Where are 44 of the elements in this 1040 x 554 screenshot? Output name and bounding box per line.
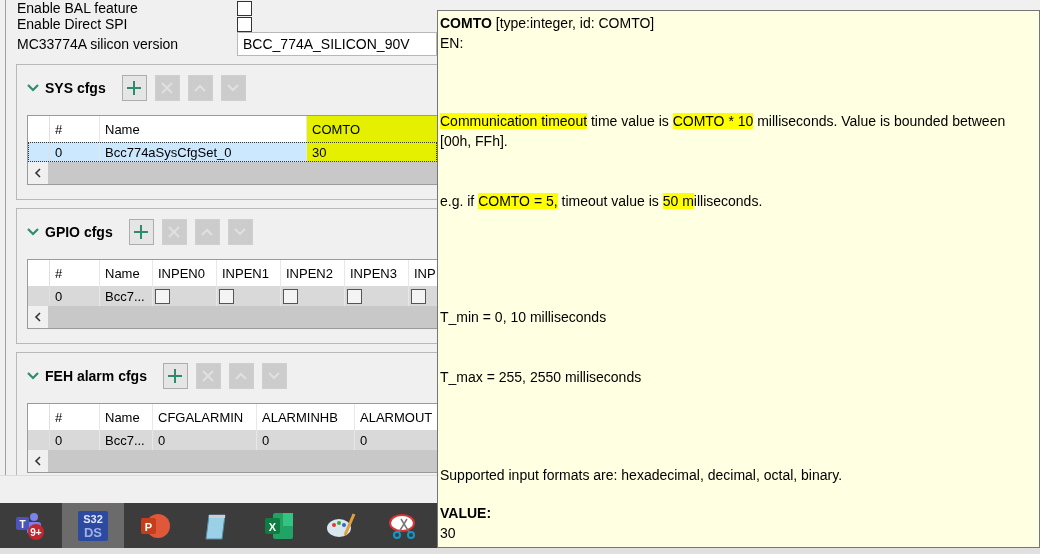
tooltip-title: COMTO [type:integer, id: COMTO]: [440, 14, 656, 33]
description-text: Supported input formats are: hexadecimal, decimal, octal, binary.: [440, 466, 844, 485]
chevron-down-icon: [27, 84, 39, 92]
scroll-left-icon[interactable]: [34, 168, 42, 178]
add-button[interactable]: [121, 75, 147, 101]
checkbox[interactable]: [155, 288, 170, 304]
scroll-left-icon[interactable]: [34, 456, 42, 466]
section-title: SYS cfgs: [45, 80, 106, 96]
property-label: Enable BAL feature: [17, 0, 139, 16]
section-title: GPIO cfgs: [45, 224, 113, 240]
checkbox[interactable]: [347, 288, 362, 304]
plus-icon: [167, 368, 184, 384]
table-cell: 30: [307, 142, 437, 162]
checkbox[interactable]: [283, 288, 298, 304]
checkbox[interactable]: [411, 288, 426, 304]
plus-icon: [133, 224, 150, 240]
checkbox[interactable]: [237, 0, 252, 16]
table-row[interactable]: 0 Bcc7...: [28, 286, 437, 306]
add-button[interactable]: [128, 219, 154, 245]
value-text: 30: [440, 524, 457, 543]
table-row[interactable]: 0 Bcc7... 0 0 0: [28, 430, 437, 450]
plus-icon: [126, 80, 143, 96]
add-button[interactable]: [162, 363, 188, 389]
property-label: Enable Direct SPI: [17, 16, 129, 32]
description-text: Communication timeout time value is COMTO * 10 milliseconds. Value is bounded between [00h, FFh].: [440, 112, 1007, 151]
checkbox[interactable]: [219, 288, 234, 304]
horizontal-scrollbar[interactable]: [28, 306, 437, 328]
ide-app-icon[interactable]: S32 DS: [78, 510, 108, 541]
column-header[interactable]: COMTO: [307, 116, 437, 142]
table-row[interactable]: 0 Bcc774aSysCfgSet_0 30: [28, 142, 437, 162]
horizontal-scrollbar[interactable]: [28, 450, 437, 472]
description-text: T_min = 0, 10 milliseconds: [440, 308, 608, 327]
description-text: e.g. if COMTO = 5, timeout value is 50 milliseconds.: [440, 192, 764, 211]
scroll-left-icon[interactable]: [34, 312, 42, 322]
value-label: VALUE:: [440, 504, 493, 523]
chevron-down-icon: [27, 228, 39, 236]
checkbox[interactable]: [237, 16, 252, 32]
horizontal-scrollbar[interactable]: [28, 162, 437, 184]
section-title: FEH alarm cfgs: [45, 368, 147, 384]
chevron-down-icon: [27, 372, 39, 380]
description-text: T_max = 255, 2550 milliseconds: [440, 368, 643, 387]
property-label: MC33774A silicon version: [17, 36, 180, 52]
dropdown-field[interactable]: BCC_774A_SILICON_90V: [237, 32, 437, 56]
description-text: EN:: [440, 34, 465, 53]
